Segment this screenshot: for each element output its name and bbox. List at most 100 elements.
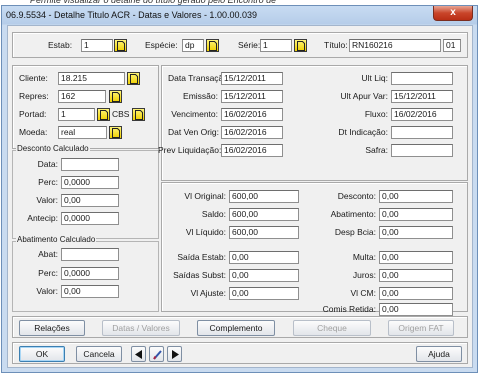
multa-label: Multa: — [352, 252, 376, 262]
abatimento-valor-field[interactable]: 0,00 — [61, 285, 119, 298]
dialog-window: 06.9.5534 - Detalhe Titulo ACR - Datas e… — [1, 5, 478, 373]
vl-original-field[interactable]: 600,00 — [229, 190, 299, 203]
document-icon — [100, 110, 108, 120]
juros-field[interactable]: 0,00 — [379, 269, 453, 282]
document-icon — [112, 92, 120, 102]
saida-estab-field[interactable]: 0,00 — [229, 251, 299, 264]
parcela-field[interactable]: 01 — [443, 39, 461, 52]
cancela-button[interactable]: Cancela — [76, 346, 122, 362]
titulo-label: Título: — [324, 40, 348, 50]
data-transacao-label: Data Transação: — [168, 73, 231, 83]
moeda-label: Moeda: — [19, 127, 48, 137]
vl-cm-field[interactable]: 0,00 — [379, 287, 453, 300]
dat-ven-orig-label: Dat Ven Orig: — [168, 127, 220, 137]
especie-field[interactable]: dp — [182, 39, 204, 52]
especie-label: Espécie: — [145, 40, 178, 50]
desp-bcia-field[interactable]: 0,00 — [379, 226, 453, 239]
desconto-perc-field[interactable]: 0,0000 — [61, 176, 119, 189]
especie-lookup-button[interactable] — [206, 39, 219, 52]
saldo-label: Saldo: — [201, 209, 226, 219]
desconto-perc-label: Perc: — [38, 177, 58, 187]
repres-lookup-button[interactable] — [109, 90, 122, 103]
ajuda-button[interactable]: Ajuda — [416, 346, 462, 362]
cliente-field[interactable]: 18.215 — [58, 72, 125, 85]
next-button[interactable] — [167, 346, 182, 362]
vl-liquido-field[interactable]: 600,00 — [229, 226, 299, 239]
abatimento-valor-label: Valor: — [36, 286, 58, 296]
comis-retida-field[interactable]: 0,00 — [379, 303, 453, 316]
saida-estab-label: Saída Estab: — [177, 252, 226, 262]
portad-label: Portad: — [19, 109, 47, 119]
desconto-data-field[interactable] — [61, 158, 119, 171]
vl-liquido-label: Vl Líquido: — [185, 227, 226, 237]
cheque-button[interactable]: Cheque — [293, 320, 371, 336]
estab-lookup-button[interactable] — [114, 39, 127, 52]
close-button[interactable]: x — [433, 6, 473, 21]
ok-button[interactable]: OK — [19, 346, 65, 362]
moeda-field[interactable]: real — [58, 126, 107, 139]
origem-fat-button[interactable]: Origem FAT — [388, 320, 454, 336]
window-title: 06.9.5534 - Detalhe Titulo ACR - Datas e… — [6, 10, 257, 20]
pencil-icon — [153, 350, 162, 360]
multa-field[interactable]: 0,00 — [379, 251, 453, 264]
safra-field[interactable] — [391, 144, 453, 157]
fluxo-field[interactable]: 16/02/2016 — [391, 108, 453, 121]
ult-liq-field[interactable] — [391, 72, 453, 85]
vencimento-field[interactable]: 16/02/2016 — [221, 108, 283, 121]
saidas-subst-field[interactable]: 0,00 — [229, 269, 299, 282]
vl-ajuste-field[interactable]: 0,00 — [229, 287, 299, 300]
dialog-body: Estab: 1 Espécie: dp Série: 1 Título: RN… — [7, 25, 473, 368]
moeda-lookup-button[interactable] — [109, 126, 122, 139]
titulo-field[interactable]: RN160216 — [349, 39, 441, 52]
cliente-label: Cliente: — [19, 73, 48, 83]
emissao-field[interactable]: 15/12/2011 — [221, 90, 283, 103]
fluxo-label: Fluxo: — [364, 109, 388, 119]
complemento-button[interactable]: Complemento — [197, 320, 275, 336]
desconto-field[interactable]: 0,00 — [379, 190, 453, 203]
dat-ven-orig-field[interactable]: 16/02/2016 — [221, 126, 283, 139]
arrow-left-icon — [135, 350, 142, 359]
goto-button[interactable] — [149, 346, 164, 362]
ult-liq-label: Ult Liq: — [361, 73, 388, 83]
cliente-lookup-button[interactable] — [127, 72, 140, 85]
carteira-field[interactable]: CBS — [112, 108, 129, 121]
datas-valores-button[interactable]: Datas / Valores — [102, 320, 180, 336]
carteira-lookup-button[interactable] — [132, 108, 145, 121]
abatimento-perc-field[interactable]: 0,0000 — [61, 267, 119, 280]
vl-original-label: Vl Original: — [184, 191, 226, 201]
vl-ajuste-label: Vl Ajuste: — [190, 288, 226, 298]
repres-field[interactable]: 162 — [58, 90, 106, 103]
document-icon — [135, 110, 143, 120]
estab-label: Estab: — [48, 40, 73, 50]
juros-label: Juros: — [352, 270, 376, 280]
abatimento-field[interactable]: 0,00 — [379, 208, 453, 221]
title-bar[interactable]: 06.9.5534 - Detalhe Titulo ACR - Datas e… — [2, 6, 477, 25]
estab-field[interactable]: 1 — [81, 39, 113, 52]
data-transacao-field[interactable]: 15/12/2011 — [221, 72, 283, 85]
abat-field[interactable] — [61, 248, 119, 261]
document-icon — [112, 128, 120, 138]
comis-retida-label: Comis Retida: — [322, 304, 376, 314]
abatimento-group-title: Abatimento Calculado — [16, 235, 97, 244]
repres-label: Repres: — [19, 91, 49, 101]
ult-apur-var-label: Ult Apur Var: — [340, 91, 388, 101]
serie-lookup-button[interactable] — [294, 39, 307, 52]
desconto-valor-label: Valor: — [36, 195, 58, 205]
vl-cm-label: Vl CM: — [350, 288, 377, 298]
dt-indicacao-field[interactable] — [391, 126, 453, 139]
portad-lookup-button[interactable] — [97, 108, 110, 121]
abat-label: Abat: — [38, 249, 58, 259]
document-icon — [117, 41, 125, 51]
saldo-field[interactable]: 600,00 — [229, 208, 299, 221]
portad-field[interactable]: 1 — [58, 108, 95, 121]
relacoes-button[interactable]: Relações — [19, 320, 85, 336]
prev-liquidacao-field[interactable]: 16/02/2016 — [221, 144, 283, 157]
desconto-valor-field[interactable]: 0,00 — [61, 194, 119, 207]
antecip-field[interactable]: 0,0000 — [61, 212, 119, 225]
saidas-subst-label: Saídas Subst: — [173, 270, 226, 280]
previous-button[interactable] — [131, 346, 146, 362]
serie-field[interactable]: 1 — [260, 39, 292, 52]
ult-apur-var-field[interactable]: 15/12/2011 — [391, 90, 453, 103]
abatimento-label: Abatimento: — [330, 209, 376, 219]
desp-bcia-label: Desp Bcia: — [334, 227, 376, 237]
